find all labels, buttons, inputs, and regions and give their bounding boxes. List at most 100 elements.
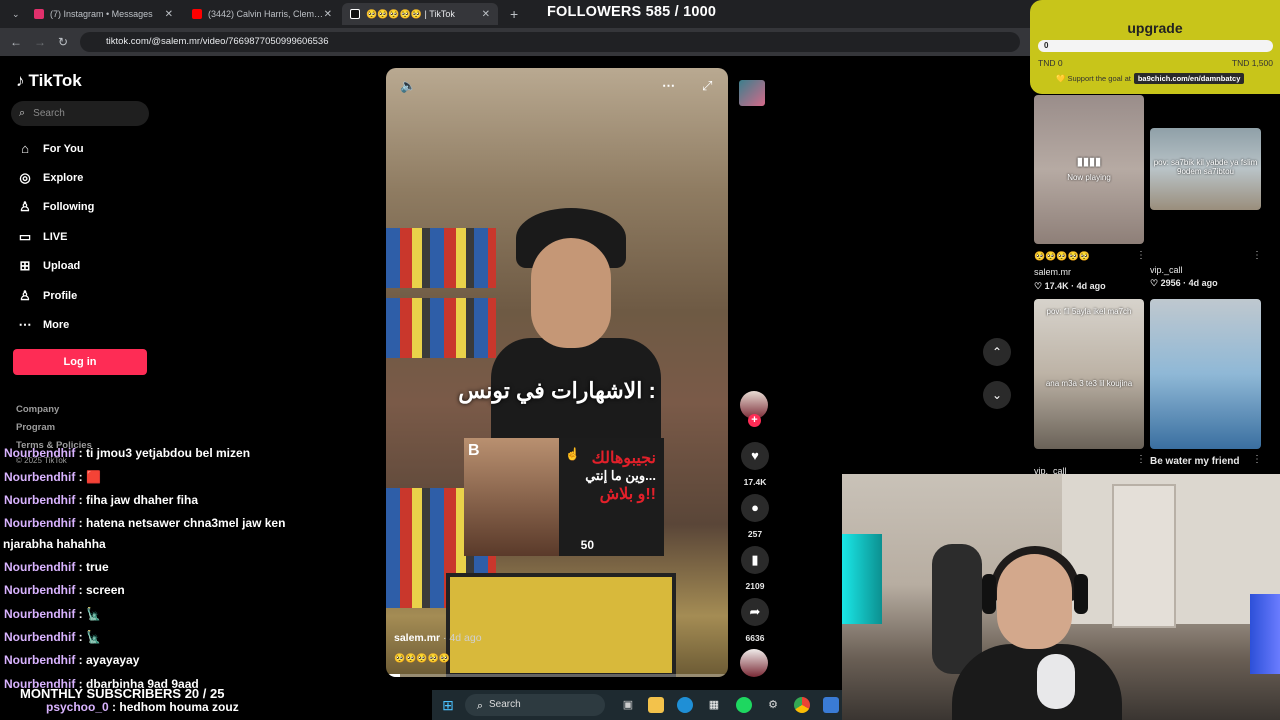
sound-avatar[interactable]	[739, 80, 765, 106]
youtube-icon	[192, 9, 202, 19]
save-count: 2109	[745, 581, 765, 591]
webcam-feed	[842, 474, 1280, 720]
edge-icon[interactable]	[677, 697, 693, 713]
forward-button[interactable]: →	[32, 34, 48, 50]
new-tab-button[interactable]: +	[502, 3, 522, 25]
follow-plus-icon[interactable]: +	[748, 414, 761, 427]
more-icon: ⋯	[18, 317, 32, 332]
reload-button[interactable]: ↻	[55, 34, 71, 50]
more-options-icon[interactable]: ⋮	[1136, 454, 1146, 465]
bookmark-icon: ▮	[751, 552, 759, 567]
tab-tiktok[interactable]: 🥺🥺🥺🥺🥺 | TikTok ✕	[342, 3, 498, 25]
url-field[interactable]: tiktok.com/@salem.mr/video/7669877050999…	[80, 32, 1020, 52]
close-icon[interactable]: ✕	[165, 9, 173, 20]
search-icon: ⌕	[476, 700, 484, 712]
tab-instagram[interactable]: (7) Instagram • Messages ✕	[26, 3, 181, 25]
sidebar-item-following[interactable]: ♙ Following	[16, 199, 94, 215]
next-video-button[interactable]: ⌄	[983, 381, 1011, 409]
microphone-icon	[1037, 654, 1075, 709]
close-icon[interactable]: ✕	[324, 9, 332, 20]
file-explorer-icon[interactable]	[648, 697, 664, 713]
goal-value: 0	[1044, 41, 1049, 50]
previous-video-button[interactable]: ⌃	[983, 338, 1011, 366]
thumb-caption: pov: sa7bik kil yabde ya fslim 9odem sa7…	[1153, 158, 1258, 176]
like-button[interactable]: ♥	[741, 442, 769, 470]
ad-line: وين ما إنتي...	[585, 468, 656, 483]
related-video-thumb[interactable]: pov: sa7bik kil yabde ya fslim 9odem sa7…	[1150, 128, 1261, 210]
fullscreen-icon[interactable]: ⤢	[702, 78, 712, 94]
video-caption: 🥺🥺🥺🥺🥺	[394, 653, 451, 663]
goal-link: ba9chich.com/en/damnbatcy	[1133, 73, 1245, 84]
goal-max: TND 1,500	[1231, 58, 1273, 68]
footer-link-program[interactable]: Program	[16, 422, 55, 433]
chat-message: Nourbendhif : 🗽	[4, 630, 101, 644]
related-video-thumb[interactable]: ▮▮▮▮ Now playing	[1034, 95, 1144, 244]
video-author[interactable]: salem.mr · 4d ago	[394, 632, 482, 644]
tab-title: (3442) Calvin Harris, Clementine	[208, 9, 326, 19]
mouse-cursor-icon: ☝	[565, 447, 580, 461]
related-video-stats: ♡ 2956 · 4d ago	[1150, 278, 1218, 288]
chat-message: psychoo_0 : hedhom houma zouz	[46, 700, 239, 714]
sidebar-item-more[interactable]: ⋯ More	[16, 317, 70, 333]
video-scene-mat	[446, 573, 676, 677]
tab-title: (7) Instagram • Messages	[50, 9, 153, 19]
cam-led-light	[842, 534, 882, 624]
settings-gear-icon[interactable]: ⚙	[765, 697, 781, 713]
login-button[interactable]: Log in	[13, 349, 147, 375]
sidebar-item-label: For You	[43, 142, 84, 155]
back-button[interactable]: ←	[8, 34, 24, 50]
video-scene-face	[531, 238, 611, 348]
monthly-subs-goal: MONTHLY SUBSCRIBERS 20 / 25	[20, 686, 225, 701]
cam-chair	[932, 544, 982, 674]
tiktok-note-icon: ♪	[16, 71, 25, 90]
footer-link-company[interactable]: Company	[16, 404, 59, 415]
share-count: 6636	[745, 633, 765, 643]
volume-icon[interactable]: 🔈	[400, 78, 416, 94]
related-video-thumb[interactable]	[1150, 299, 1261, 449]
store-icon[interactable]: ▦	[706, 697, 722, 713]
tiktok-logo[interactable]: ♪ TikTok	[16, 71, 82, 91]
search-placeholder: Search	[33, 108, 65, 119]
video-player[interactable]: الاشهارات في تونس : B نجيبوهالك وين ما إ…	[386, 68, 728, 677]
related-video-thumb[interactable]: pov: fil 5ayla ikel ma7ch ana m3a 3 te3 …	[1034, 299, 1144, 449]
ad-price: 50	[580, 538, 594, 552]
sidebar-item-upload[interactable]: ⊞ Upload	[16, 258, 81, 274]
music-disc[interactable]	[740, 649, 768, 677]
chrome-icon[interactable]	[794, 697, 810, 713]
video-progress-bar[interactable]	[386, 674, 728, 677]
ad-line: و بلاش!!	[599, 486, 656, 503]
close-icon[interactable]: ✕	[482, 9, 490, 20]
more-options-icon[interactable]: ⋮	[1136, 250, 1146, 261]
cam-cabinet	[1112, 484, 1176, 628]
spotify-icon[interactable]	[736, 697, 752, 713]
search-input[interactable]: ⌕ Search	[11, 101, 149, 126]
sidebar-item-live[interactable]: ▭ LIVE	[16, 229, 68, 245]
sidebar-item-profile[interactable]: ♙ Profile	[16, 288, 77, 304]
search-icon: ⌕	[19, 107, 26, 119]
chat-message: Nourbendhif : hatena netsawer chna3mel j…	[4, 516, 286, 530]
chat-message: Nourbendhif : 🗽	[4, 607, 101, 621]
taskbar-search-label: Search	[489, 699, 521, 710]
windows-start-icon[interactable]: ⊞	[440, 697, 456, 713]
thumb-caption: pov: fil 5ayla ikel ma7ch	[1046, 307, 1132, 316]
tab-title: 🥺🥺🥺🥺🥺 | TikTok	[366, 8, 455, 19]
tab-list-button[interactable]: ⌄	[4, 3, 24, 25]
sidebar-item-explore[interactable]: ◎ Explore	[16, 170, 83, 186]
more-options-icon[interactable]: ⋮	[1252, 250, 1262, 261]
related-video-author[interactable]: salem.mr	[1034, 267, 1071, 277]
video-scene-shelf	[386, 298, 496, 358]
related-video-stats: ♡ 17.4K · 4d ago	[1034, 281, 1106, 291]
tab-youtube[interactable]: (3442) Calvin Harris, Clementine ✕	[184, 3, 340, 25]
save-button[interactable]: ▮	[741, 546, 769, 574]
comment-button[interactable]: ●	[741, 494, 769, 522]
more-options-icon[interactable]: ⋮	[1252, 454, 1262, 465]
photos-icon[interactable]	[823, 697, 839, 713]
share-button[interactable]: ➦	[741, 598, 769, 626]
related-video-author[interactable]: vip._call	[1150, 265, 1183, 275]
more-options-icon[interactable]: ⋯	[662, 78, 675, 94]
sidebar-item-for-you[interactable]: ⌂ For You	[16, 141, 84, 156]
sidebar-item-label: LIVE	[43, 231, 68, 243]
task-view-icon[interactable]: ▣	[620, 697, 636, 713]
logo-text: TikTok	[28, 71, 82, 90]
cam-led-light	[1250, 594, 1280, 674]
